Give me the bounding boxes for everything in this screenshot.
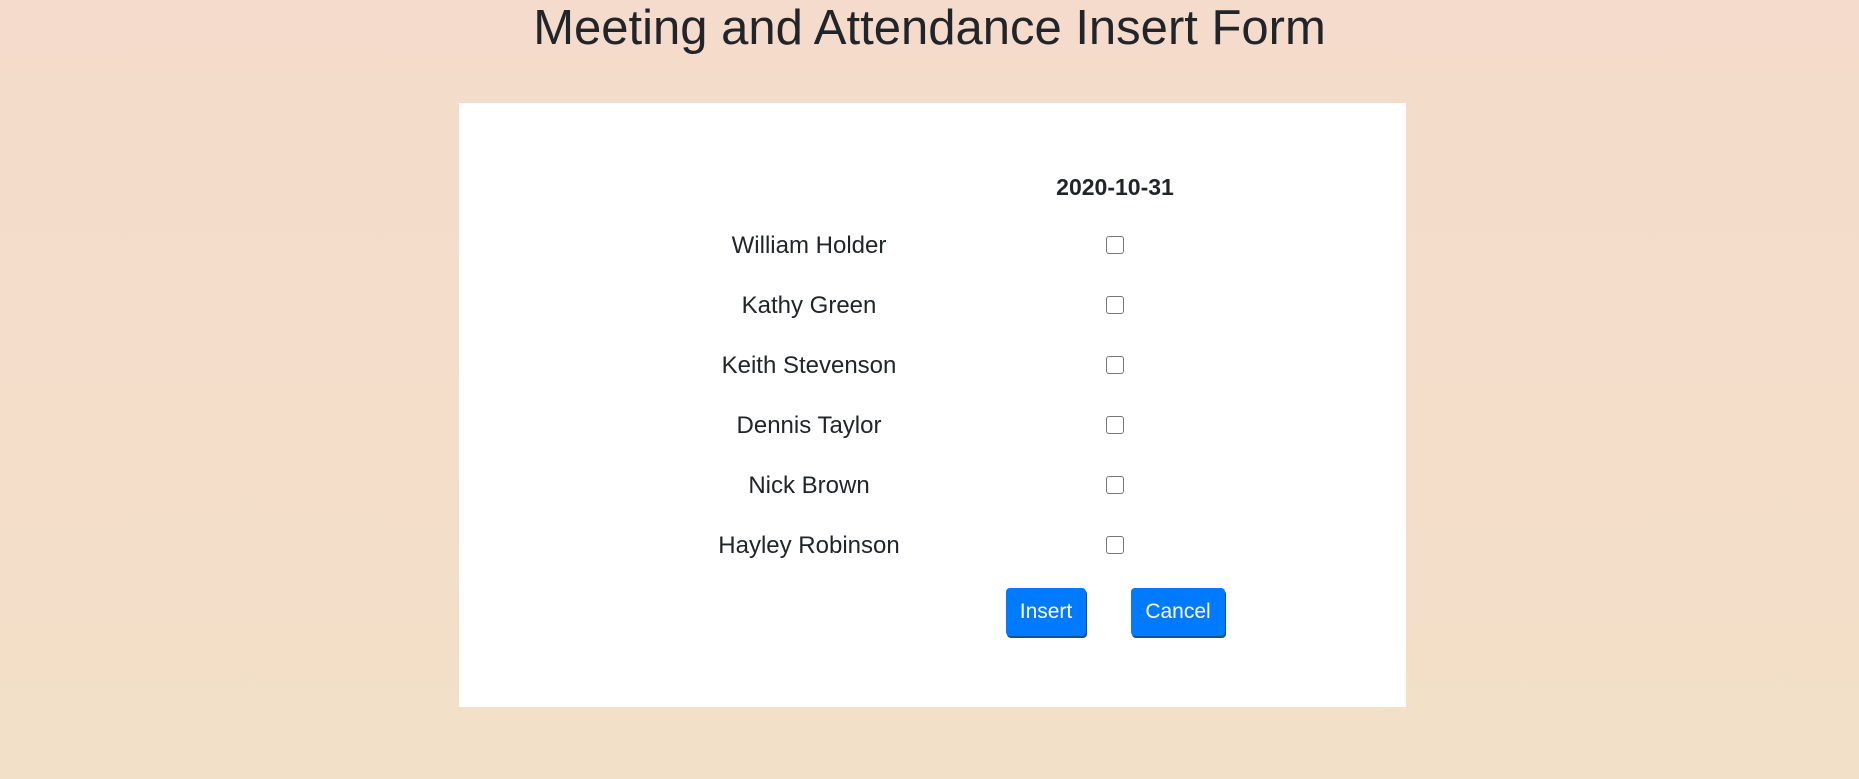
attendee-row: Nick Brown [0, 466, 1859, 506]
insert-button[interactable]: Insert [1006, 588, 1086, 636]
attendance-checkbox[interactable] [1106, 236, 1124, 254]
form-card [459, 103, 1406, 707]
attendance-checkbox[interactable] [1106, 416, 1124, 434]
attendee-name: Hayley Robinson [718, 532, 900, 559]
attendance-checkbox[interactable] [1106, 356, 1124, 374]
cancel-button[interactable]: Cancel [1131, 588, 1225, 636]
attendee-row: Kathy Green [0, 286, 1859, 326]
attendee-row: Dennis Taylor [0, 406, 1859, 446]
attendance-checkbox[interactable] [1106, 476, 1124, 494]
attendee-row: Hayley Robinson [0, 526, 1859, 566]
attendance-checkbox[interactable] [1106, 296, 1124, 314]
attendee-name: Kathy Green [741, 292, 877, 319]
attendee-name: Dennis Taylor [736, 412, 882, 439]
attendee-name: Keith Stevenson [721, 352, 897, 379]
page-title: Meeting and Attendance Insert Form [533, 1, 1326, 55]
attendee-name: William Holder [731, 232, 887, 259]
attendee-row: Keith Stevenson [0, 346, 1859, 386]
meeting-date-header: 2020-10-31 [1056, 174, 1174, 200]
attendee-row: William Holder [0, 226, 1859, 266]
attendance-checkbox[interactable] [1106, 536, 1124, 554]
attendee-name: Nick Brown [748, 472, 870, 499]
